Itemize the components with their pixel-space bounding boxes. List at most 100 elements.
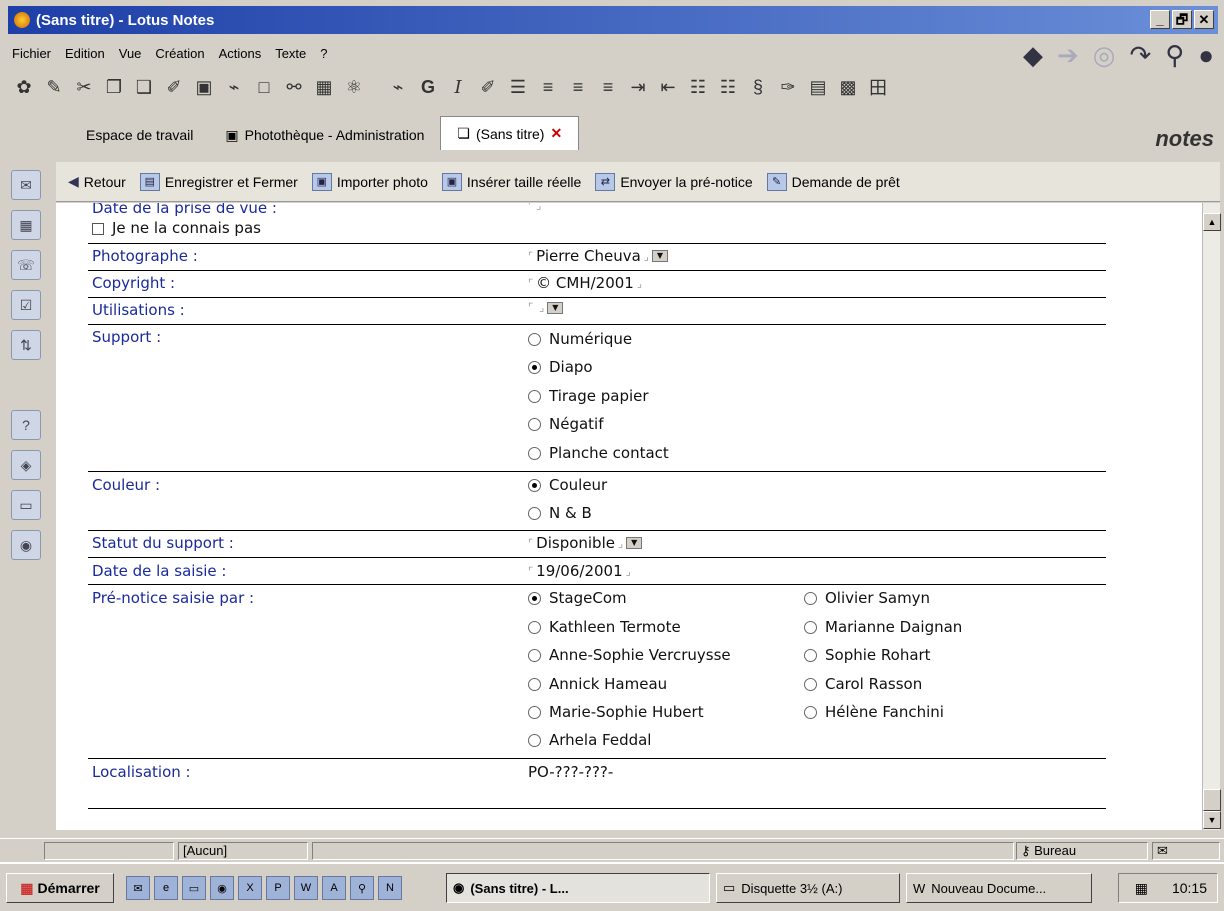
couleur-option-nb[interactable]: N & B <box>528 504 592 522</box>
menu-help[interactable]: ? <box>320 46 327 61</box>
bold-icon[interactable]: G <box>416 74 440 100</box>
italic-icon[interactable]: I <box>446 74 470 100</box>
status-field-2[interactable]: [Aucun] <box>178 842 308 860</box>
word-icon[interactable]: W <box>294 876 318 900</box>
minimize-button[interactable]: _ <box>1150 10 1170 29</box>
notes-quick-icon[interactable]: N <box>378 876 402 900</box>
support-option-planche[interactable]: Planche contact <box>528 444 669 462</box>
status-field-1[interactable] <box>44 842 174 860</box>
toolbar-copy-icon[interactable]: ❐ <box>102 74 126 100</box>
stop-icon[interactable]: ◎ <box>1093 40 1116 71</box>
title-bar[interactable]: (Sans titre) - Lotus Notes _ 🗗 ✕ <box>8 6 1218 34</box>
align-left-icon[interactable]: ≡ <box>536 74 560 100</box>
mail-icon[interactable]: ✉ <box>11 170 41 200</box>
scroll-up-icon[interactable]: ▲ <box>1203 213 1221 231</box>
prenotice-option[interactable]: Anne-Sophie Vercruysse <box>528 646 731 664</box>
toolbar-image-icon[interactable]: ▣ <box>192 74 216 100</box>
scroll-thumb[interactable] <box>1203 789 1221 811</box>
menu-texte[interactable]: Texte <box>275 46 306 61</box>
tab-workspace[interactable]: Espace de travail <box>70 120 209 150</box>
vertical-scrollbar[interactable]: ▲ ▼ <box>1202 203 1221 830</box>
prenotice-option[interactable]: StageCom <box>528 589 627 607</box>
photographe-field[interactable]: ⌜ Pierre Cheuva ⌟ ▼ <box>528 247 668 265</box>
search-icon[interactable]: ⚲ <box>1165 40 1184 71</box>
align-right-icon[interactable]: ≡ <box>596 74 620 100</box>
toolbar-gear-icon[interactable]: ✿ <box>12 74 36 100</box>
tab-phototheque[interactable]: ▣ Photothèque - Administration <box>209 120 440 150</box>
prenotice-option[interactable]: Arhela Feddal <box>528 731 651 749</box>
toolbar-copy-link-icon[interactable]: ✐ <box>162 74 186 100</box>
text-properties-icon[interactable]: ☰ <box>506 74 530 100</box>
loan-request-button[interactable]: ✎ Demande de prêt <box>766 172 900 191</box>
start-button[interactable]: ▦ Démarrer <box>6 873 114 903</box>
utilisations-field[interactable]: ⌜ ⌟ ▼ <box>528 301 564 314</box>
databases-icon[interactable]: ◈ <box>11 450 41 480</box>
dropdown-arrow-icon[interactable]: ▼ <box>626 537 643 549</box>
unknown-date-checkbox[interactable]: Je ne la connais pas <box>92 219 261 237</box>
highlight-icon[interactable]: ✐ <box>476 74 500 100</box>
menu-vue[interactable]: Vue <box>119 46 142 61</box>
number-list-icon[interactable]: ☷ <box>716 74 740 100</box>
save-close-button[interactable]: ▤ Enregistrer et Fermer <box>139 172 298 191</box>
status-location[interactable]: ⚷ Bureau <box>1016 842 1148 860</box>
scroll-down-icon[interactable]: ▼ <box>1203 811 1221 829</box>
outlook-icon[interactable]: ✉ <box>126 876 150 900</box>
menu-fichier[interactable]: Fichier <box>12 46 51 61</box>
indent-icon[interactable]: ⇥ <box>626 74 650 100</box>
abc-spell-icon[interactable]: ▤ <box>806 74 830 100</box>
couleur-option-couleur[interactable]: Couleur <box>528 476 607 494</box>
support-option-tirage[interactable]: Tirage papier <box>528 387 649 405</box>
toolbar-link-icon[interactable]: ⚯ <box>282 74 306 100</box>
explorer-icon[interactable]: ⚲ <box>350 876 374 900</box>
support-option-diapo[interactable]: Diapo <box>528 358 593 376</box>
date-prise-field[interactable]: ⌜ ⌟ <box>528 203 541 212</box>
import-photo-button[interactable]: ▣ Importer photo <box>311 172 428 191</box>
prenotice-option[interactable]: Sophie Rohart <box>804 646 931 664</box>
toolbar-paste-icon[interactable]: ❑ <box>132 74 156 100</box>
prenotice-option[interactable]: Marie-Sophie Hubert <box>528 703 704 721</box>
pen-icon[interactable]: ✑ <box>776 74 800 100</box>
insert-size-button[interactable]: ▣ Insérer taille réelle <box>441 172 581 191</box>
taskbar-document-button[interactable]: W Nouveau Docume... <box>906 873 1092 903</box>
replicator-icon[interactable]: ⇅ <box>11 330 41 360</box>
toolbar-attach-icon[interactable]: ⌁ <box>222 74 246 100</box>
outdent-icon[interactable]: ⇤ <box>656 74 680 100</box>
prenotice-option[interactable]: Annick Hameau <box>528 675 667 693</box>
dropdown-arrow-icon[interactable]: ▼ <box>651 250 668 262</box>
desktop-icon[interactable]: ▭ <box>182 876 206 900</box>
grid-icon[interactable]: 田 <box>866 74 890 100</box>
folder-icon[interactable]: ▭ <box>11 490 41 520</box>
toolbar-spell-icon[interactable]: ⚛ <box>342 74 366 100</box>
date-saisie-field[interactable]: ⌜ 19/06/2001 ⌟ <box>528 562 631 580</box>
globe-icon[interactable]: ● <box>1198 40 1214 71</box>
support-option-negatif[interactable]: Négatif <box>528 415 604 433</box>
help-book-icon[interactable]: ? <box>11 410 41 440</box>
close-tab-icon[interactable]: ✕ <box>550 125 562 142</box>
excel-icon[interactable]: X <box>238 876 262 900</box>
toolbar-edit-icon[interactable]: ✎ <box>42 74 66 100</box>
support-option-numerique[interactable]: Numérique <box>528 330 632 348</box>
ie-icon[interactable]: e <box>154 876 178 900</box>
prenotice-option[interactable]: Olivier Samyn <box>804 589 930 607</box>
powerpoint-icon[interactable]: P <box>266 876 290 900</box>
prenotice-option[interactable]: Hélène Fanchini <box>804 703 944 721</box>
calendar-icon[interactable]: ▦ <box>11 210 41 240</box>
close-window-button[interactable]: ✕ <box>1194 10 1214 29</box>
maximize-button[interactable]: 🗗 <box>1172 10 1192 29</box>
picture-icon[interactable]: ▩ <box>836 74 860 100</box>
statut-field[interactable]: ⌜ Disponible ⌟ ▼ <box>528 534 643 552</box>
menu-actions[interactable]: Actions <box>219 46 262 61</box>
tab-sans-titre[interactable]: ❏ (Sans titre) ✕ <box>440 116 580 150</box>
todo-icon[interactable]: ☑ <box>11 290 41 320</box>
style-icon[interactable]: § <box>746 74 770 100</box>
toolbar-attachment-icon[interactable]: ⌁ <box>386 74 410 100</box>
network-icon[interactable]: ▦ <box>1135 880 1148 897</box>
menu-edition[interactable]: Edition <box>65 46 105 61</box>
web-folder-icon[interactable]: ◉ <box>11 530 41 560</box>
back-nav-icon[interactable]: ◆ <box>1023 40 1043 71</box>
send-prenotice-button[interactable]: ⇄ Envoyer la pré-notice <box>595 172 753 191</box>
toolbar-cut-icon[interactable]: ✂ <box>72 74 96 100</box>
status-mail[interactable]: ✉ <box>1152 842 1220 860</box>
prenotice-option[interactable]: Marianne Daignan <box>804 618 962 636</box>
prenotice-option[interactable]: Carol Rasson <box>804 675 922 693</box>
